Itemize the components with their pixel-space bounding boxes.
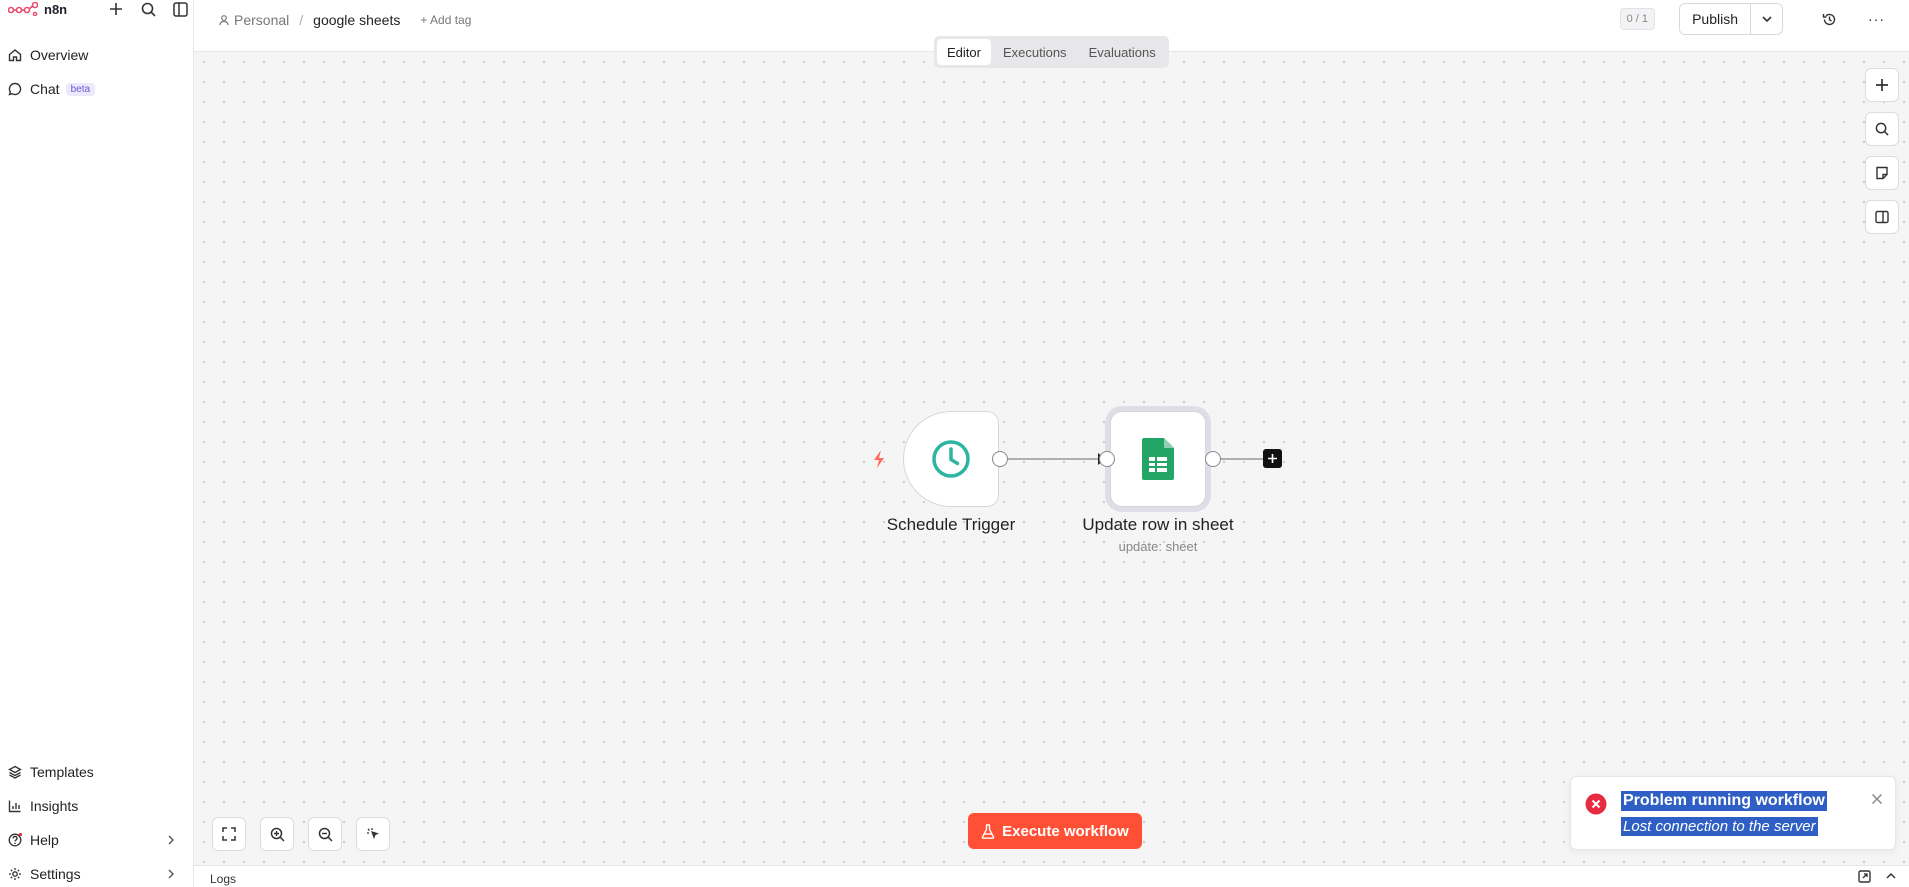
brand-name: n8n [44, 1, 68, 17]
tidy-up-icon [366, 827, 379, 839]
node-label-update-row: Update row in sheet [1082, 515, 1234, 534]
chevron-right-icon [168, 835, 174, 845]
add-tag-button[interactable]: + Add tag [420, 13, 471, 27]
zoom-out-button[interactable] [308, 817, 342, 851]
plus-icon [1268, 454, 1277, 463]
tab-executions[interactable]: Executions [993, 39, 1077, 65]
sidebar-item-templates[interactable]: Templates [8, 760, 184, 784]
workflow-canvas[interactable]: Schedule Trigger Update row in sheet upd… [194, 52, 1909, 865]
connections-layer [1007, 453, 1264, 465]
toast-title: Problem running workflow [1621, 791, 1827, 811]
sticky-note-icon [1876, 166, 1888, 180]
sidebar-item-chat[interactable]: Chat beta [8, 77, 184, 101]
tab-editor[interactable]: Editor [937, 39, 991, 65]
tidy-up-button[interactable] [356, 817, 390, 851]
trigger-bolt-icon [874, 450, 884, 468]
canvas-right-toolbar [1865, 68, 1899, 234]
fit-view-button[interactable] [212, 817, 246, 851]
home-icon [8, 49, 22, 62]
n8n-logo-icon[interactable] [8, 2, 38, 16]
node-label-schedule-trigger: Schedule Trigger [886, 515, 1016, 534]
publish-button[interactable]: Publish [1680, 4, 1750, 34]
plus-icon [1876, 79, 1888, 91]
templates-icon [8, 765, 22, 779]
publish-button-group: Publish [1679, 3, 1783, 35]
sidebar-item-settings[interactable]: Settings [8, 862, 184, 886]
error-toast: Problem running workflow Lost connection… [1570, 776, 1896, 850]
node-schedule-trigger[interactable] [903, 411, 999, 507]
breadcrumb: Personal / google sheets + Add tag [218, 10, 471, 30]
tab-evaluations[interactable]: Evaluations [1079, 39, 1166, 65]
sheets-input-handle[interactable] [1099, 451, 1115, 467]
sidebar-toggle-icon[interactable] [172, 1, 188, 17]
canvas-zoom-toolbar [212, 817, 390, 851]
chat-icon [8, 82, 22, 96]
node-subtitle-update-row: update: sheet [1118, 539, 1198, 554]
clock-icon [932, 440, 970, 478]
help-icon [8, 833, 22, 847]
breadcrumb-project[interactable]: Personal [218, 12, 289, 28]
workflow-name[interactable]: google sheets [313, 12, 400, 28]
node-update-row-in-sheet[interactable] [1110, 411, 1206, 507]
toggle-panel-button[interactable] [1865, 200, 1899, 234]
publish-dropdown-button[interactable] [1750, 4, 1782, 34]
search-icon [1875, 122, 1889, 136]
chevron-down-icon [1761, 16, 1772, 23]
sticky-note-button[interactable] [1865, 156, 1899, 190]
chevron-right-icon [168, 869, 174, 879]
execute-workflow-label: Execute workflow [1002, 822, 1129, 840]
settings-icon [9, 868, 21, 880]
sidebar-item-label: Chat [30, 81, 60, 97]
error-icon [1585, 793, 1607, 815]
toast-message: Lost connection to the server [1621, 817, 1818, 836]
sidebar-item-label: Insights [30, 798, 79, 814]
sidebar-item-label: Templates [30, 764, 94, 780]
add-next-node-button[interactable] [1263, 449, 1282, 468]
search-icon[interactable] [140, 1, 156, 17]
breadcrumb-separator: / [299, 12, 304, 28]
more-options-icon[interactable]: ··· [1868, 11, 1885, 27]
add-node-button[interactable] [1865, 68, 1899, 102]
search-nodes-button[interactable] [1865, 112, 1899, 146]
logs-bar[interactable]: Logs [194, 865, 1909, 887]
zoom-in-icon [270, 827, 285, 842]
view-tabs: Editor Executions Evaluations [934, 36, 1169, 68]
sidebar-item-label: Overview [30, 47, 89, 63]
user-icon [219, 15, 229, 26]
sidebar-item-help[interactable]: Help [8, 828, 184, 852]
chevron-up-icon[interactable] [1885, 870, 1897, 882]
sidebar: n8n Overview Chat beta Templates Insight… [0, 0, 194, 887]
beta-badge: beta [65, 82, 96, 96]
sidebar-item-overview[interactable]: Overview [8, 43, 184, 67]
history-icon[interactable] [1821, 11, 1837, 27]
brand-row: n8n [8, 0, 188, 18]
sidebar-item-insights[interactable]: Insights [8, 794, 184, 818]
sheets-output-handle[interactable] [1205, 451, 1221, 467]
publish-counter: 0 / 1 [1619, 8, 1655, 30]
sidebar-item-label: Settings [30, 866, 81, 882]
close-icon[interactable] [1871, 793, 1883, 805]
trigger-output-handle[interactable] [992, 451, 1008, 467]
google-sheets-icon [1142, 438, 1174, 480]
breadcrumb-project-label: Personal [234, 12, 290, 28]
flask-icon [981, 823, 995, 839]
plus-icon[interactable] [108, 1, 124, 17]
zoom-out-icon [318, 827, 333, 842]
execute-workflow-button[interactable]: Execute workflow [968, 813, 1142, 849]
zoom-in-button[interactable] [260, 817, 294, 851]
pop-out-icon[interactable] [1858, 870, 1871, 883]
insights-icon [8, 800, 21, 813]
panel-icon [1875, 210, 1889, 224]
fit-view-icon [222, 827, 236, 841]
sidebar-item-label: Help [30, 832, 59, 848]
logs-label: Logs [210, 872, 237, 886]
